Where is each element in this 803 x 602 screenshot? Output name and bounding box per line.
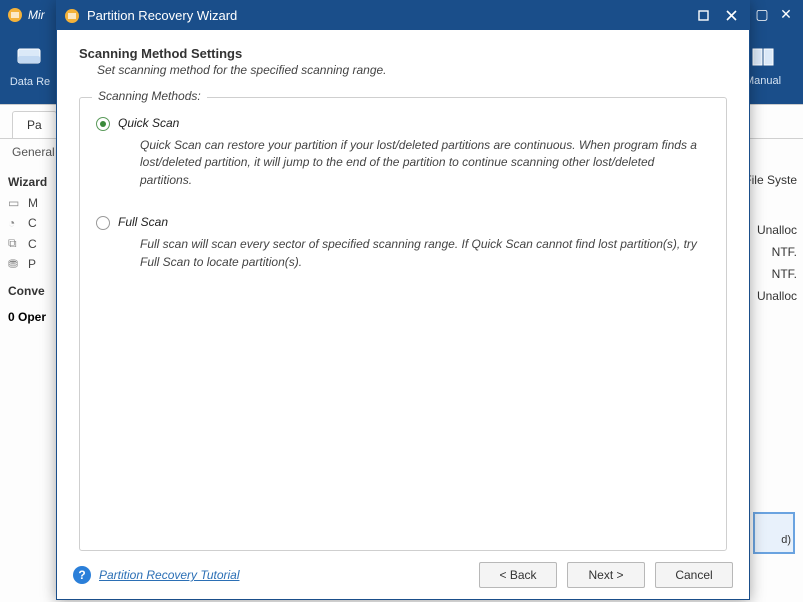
dialog-body: Scanning Method Settings Set scanning me… bbox=[57, 30, 749, 551]
doc-icon: ▭ bbox=[8, 196, 22, 210]
volume-block[interactable] bbox=[753, 512, 795, 554]
dialog-title: Partition Recovery Wizard bbox=[87, 8, 237, 23]
copy-icon: ⧉ bbox=[8, 236, 22, 251]
help-icon: ? bbox=[73, 566, 91, 584]
option-description: Full scan will scan every sector of spec… bbox=[140, 236, 702, 271]
radio-label: Full Scan bbox=[118, 215, 168, 229]
option-description: Quick Scan can restore your partition if… bbox=[140, 137, 702, 189]
app-icon bbox=[6, 6, 24, 24]
close-icon[interactable]: ✕ bbox=[777, 6, 795, 23]
tab-partition[interactable]: Pa bbox=[12, 111, 57, 138]
radio-option-full-scan[interactable]: Full Scan bbox=[96, 215, 710, 230]
back-button[interactable]: < Back bbox=[479, 562, 557, 588]
partition-recovery-wizard-dialog: Partition Recovery Wizard Scanning Metho… bbox=[56, 0, 750, 600]
tutorial-link[interactable]: Partition Recovery Tutorial bbox=[99, 568, 240, 582]
group-legend: Scanning Methods: bbox=[92, 89, 207, 103]
dialog-titlebar: Partition Recovery Wizard bbox=[57, 1, 749, 30]
dialog-window-controls bbox=[691, 6, 743, 26]
dialog-footer: ? Partition Recovery Tutorial < Back Nex… bbox=[57, 551, 749, 599]
radio-icon-selected bbox=[96, 117, 110, 131]
page-subtitle: Set scanning method for the specified sc… bbox=[79, 63, 727, 77]
ribbon-item-data-recovery[interactable]: Data Re bbox=[0, 46, 60, 88]
ribbon-label: Data Re bbox=[10, 76, 50, 88]
clock-icon: ◔ bbox=[8, 216, 22, 230]
disk-icon bbox=[0, 46, 60, 74]
radio-option-quick-scan[interactable]: Quick Scan bbox=[96, 116, 710, 131]
maximize-button[interactable] bbox=[691, 6, 715, 26]
bg-title: Mir bbox=[28, 8, 45, 22]
help-link-area: ? Partition Recovery Tutorial bbox=[73, 566, 240, 584]
drive-icon: ⛃ bbox=[8, 257, 22, 271]
next-button[interactable]: Next > bbox=[567, 562, 645, 588]
radio-icon-unselected bbox=[96, 216, 110, 230]
ribbon-label: Manual bbox=[745, 75, 781, 87]
close-button[interactable] bbox=[719, 6, 743, 26]
restore-icon[interactable]: ▢ bbox=[753, 6, 771, 23]
bg-window-controls: ▢ ✕ bbox=[753, 6, 803, 23]
scanning-methods-group: Scanning Methods: Quick Scan Quick Scan … bbox=[79, 97, 727, 551]
radio-label: Quick Scan bbox=[118, 116, 179, 130]
footer-buttons: < Back Next > Cancel bbox=[479, 562, 733, 588]
app-icon bbox=[63, 7, 81, 25]
cancel-button[interactable]: Cancel bbox=[655, 562, 733, 588]
page-heading: Scanning Method Settings bbox=[79, 46, 727, 61]
volume-label-suffix: d) bbox=[781, 534, 791, 546]
